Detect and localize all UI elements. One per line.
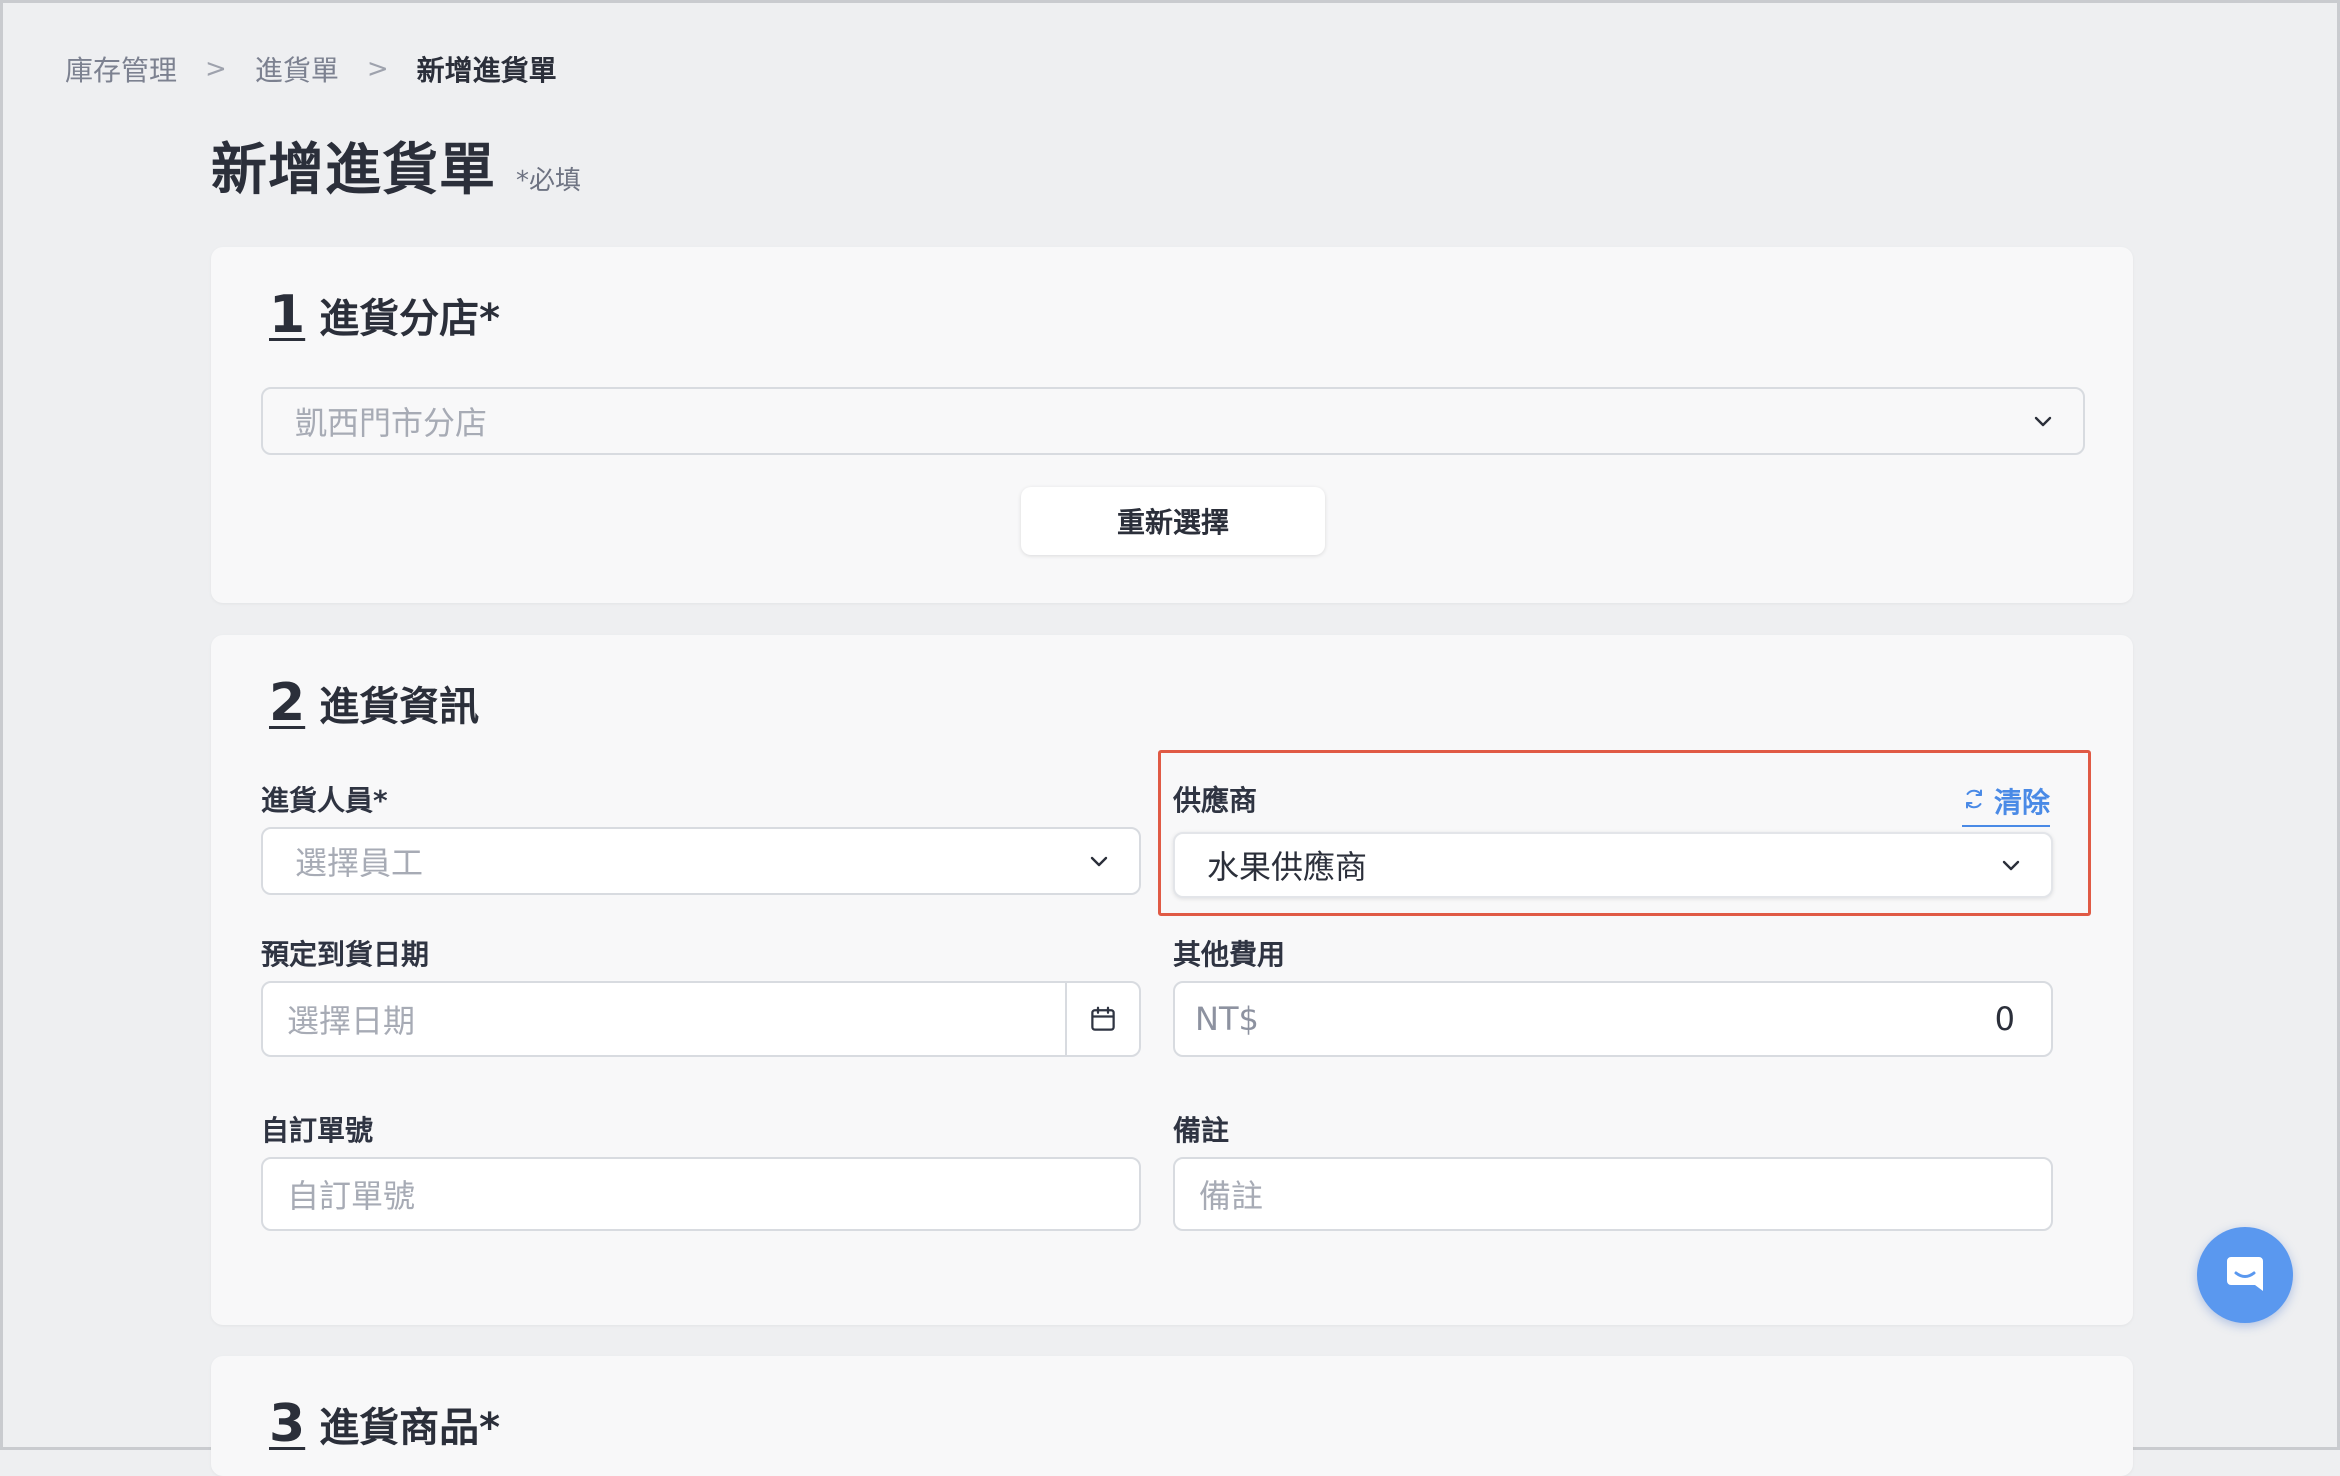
breadcrumb-item-current: 新增進貨單: [416, 54, 557, 87]
clear-supplier-label: 清除: [1993, 786, 2050, 819]
calendar-icon[interactable]: [1065, 983, 1139, 1055]
arrival-date-field[interactable]: 選擇日期: [261, 981, 1141, 1057]
supplier-highlight: 供應商 清除 水果供應商: [1158, 750, 2091, 916]
staff-select[interactable]: 選擇員工: [261, 827, 1141, 895]
clear-supplier-link[interactable]: 清除: [1961, 781, 2050, 827]
chat-button[interactable]: [2197, 1227, 2293, 1323]
note-placeholder: 備註: [1199, 1177, 1264, 1215]
section-products-title: 3 進貨商品*: [269, 1394, 500, 1454]
chevron-down-icon: [1077, 839, 1121, 883]
arrival-date-label: 預定到貨日期: [261, 938, 430, 971]
chevron-down-icon: [2021, 399, 2065, 443]
section-products-card: 3 進貨商品*: [211, 1356, 2133, 1476]
breadcrumb-separator-icon: >: [205, 54, 227, 84]
breadcrumb: 庫存管理 > 進貨單 > 新增進貨單: [65, 49, 557, 89]
note-field[interactable]: 備註: [1173, 1157, 2053, 1231]
section-title-text: 進貨商品*: [319, 1405, 501, 1451]
section-number: 2: [269, 673, 306, 733]
reselect-button[interactable]: 重新選擇: [1021, 487, 1325, 555]
breadcrumb-item-purchase-orders[interactable]: 進貨單: [255, 49, 339, 89]
section-title-text: 進貨分店*: [319, 296, 501, 342]
staff-select-placeholder: 選擇員工: [295, 844, 424, 882]
custom-number-placeholder: 自訂單號: [287, 1177, 416, 1215]
section-branch-card: 1 進貨分店* 凱西門市分店 重新選擇: [211, 247, 2133, 603]
section-number: 3: [269, 1394, 306, 1454]
section-title-text: 進貨資訊: [319, 684, 480, 730]
branch-select[interactable]: 凱西門市分店: [261, 387, 2085, 455]
section-branch-title: 1 進貨分店*: [269, 285, 500, 345]
chat-icon: [2221, 1249, 2269, 1301]
breadcrumb-item-inventory[interactable]: 庫存管理: [65, 49, 177, 89]
section-info-card: 2 進貨資訊 進貨人員* 選擇員工 預定到貨日期 選擇日期 其他費用 NT$ 0…: [211, 635, 2133, 1325]
staff-label: 進貨人員*: [261, 784, 388, 817]
arrival-date-placeholder: 選擇日期: [287, 1002, 416, 1040]
chevron-down-icon: [1989, 843, 2033, 887]
page-header: 新增進貨單 *必填: [211, 125, 581, 206]
other-fee-field[interactable]: NT$ 0: [1173, 981, 2053, 1057]
custom-number-label: 自訂單號: [261, 1114, 374, 1147]
custom-number-field[interactable]: 自訂單號: [261, 1157, 1141, 1231]
supplier-select-value: 水果供應商: [1207, 848, 1368, 886]
breadcrumb-separator-icon: >: [366, 54, 389, 84]
section-number: 1: [269, 285, 306, 345]
other-fee-label: 其他費用: [1173, 938, 1286, 971]
other-fee-value: 0: [1994, 1000, 2015, 1038]
refresh-icon: [1962, 785, 1994, 818]
currency-prefix: NT$: [1195, 1000, 1259, 1038]
supplier-select[interactable]: 水果供應商: [1173, 832, 2053, 898]
required-note: *必填: [516, 166, 582, 196]
section-info-title: 2 進貨資訊: [269, 673, 479, 733]
note-label: 備註: [1173, 1114, 1230, 1147]
supplier-label: 供應商: [1173, 784, 1258, 817]
branch-select-value: 凱西門市分店: [295, 404, 488, 442]
page-title: 新增進貨單: [211, 138, 496, 203]
